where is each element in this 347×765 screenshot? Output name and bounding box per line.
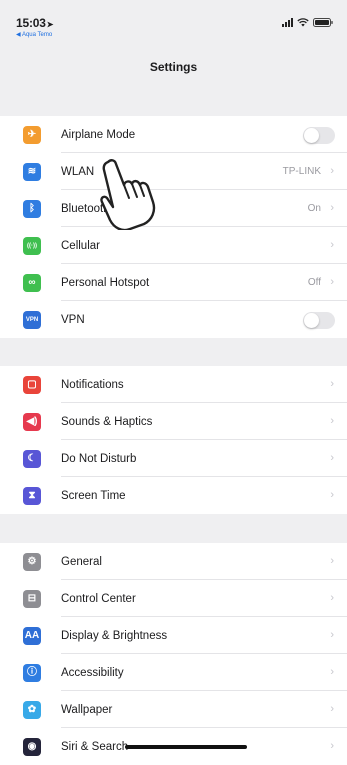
moon-icon: ☾ [23, 449, 41, 468]
home-indicator[interactable] [125, 745, 247, 749]
hourglass-icon: ⧗ [23, 486, 41, 505]
settings-row-wallpaper[interactable]: ✿ Wallpaper › [0, 691, 347, 728]
chevron-right-icon: › [330, 554, 334, 567]
settings-row-label: Cellular [61, 239, 100, 252]
hotspot-icon: ∞ [23, 273, 41, 292]
settings-row-wlan[interactable]: ≋ WLAN TP-LINK › [0, 153, 347, 190]
signal-icon [282, 18, 293, 27]
settings-row-screen-time[interactable]: ⧗ Screen Time › [0, 477, 347, 514]
settings-row-label: General [61, 555, 102, 568]
wlan-value: TP-LINK [282, 166, 321, 177]
toggle-knob [304, 312, 319, 328]
settings-row-label: Control Center [61, 592, 136, 605]
settings-row-cellular[interactable]: ((·)) Cellular › [0, 227, 347, 264]
airplane-icon: ✈ [23, 125, 41, 144]
bluetooth-icon: ᛒ [23, 199, 41, 218]
settings-group-general: ⚙ General › ⊟ Control Center › AA Display & Bri… [0, 543, 347, 765]
vpn-toggle[interactable] [303, 311, 335, 329]
wallpaper-icon: ✿ [23, 700, 41, 719]
settings-group-connectivity: ✈ Airplane Mode ≋ WLAN TP-LINK › ᛒ Bluetooth On ›… [0, 116, 347, 338]
settings-row-label: Do Not Disturb [61, 452, 137, 465]
gear-icon: ⚙ [23, 552, 41, 571]
speaker-icon: ◀) [23, 412, 41, 431]
settings-row-airplane-mode[interactable]: ✈ Airplane Mode [0, 116, 347, 153]
chevron-right-icon: › [330, 275, 334, 288]
settings-row-general[interactable]: ⚙ General › [0, 543, 347, 580]
chevron-right-icon: › [330, 451, 334, 464]
settings-row-label: Airplane Mode [61, 128, 136, 141]
toggle-knob [304, 127, 319, 143]
settings-row-label: Wallpaper [61, 703, 113, 716]
chevron-right-icon: › [330, 488, 334, 501]
wifi-icon: ≋ [23, 162, 41, 181]
settings-row-label: Siri & Search [61, 740, 129, 753]
status-bar: 15:03➤ ◀ Aqua Temo [0, 0, 347, 52]
chevron-right-icon: › [330, 739, 334, 752]
settings-row-label: Notifications [61, 378, 124, 391]
settings-row-label: Accessibility [61, 666, 124, 679]
settings-row-accessibility[interactable]: ⓘ Accessibility › [0, 654, 347, 691]
chevron-right-icon: › [330, 591, 334, 604]
airplane-mode-toggle[interactable] [303, 126, 335, 144]
accessibility-icon: ⓘ [23, 663, 41, 682]
vpn-icon: VPN [23, 310, 41, 329]
settings-row-do-not-disturb[interactable]: ☾ Do Not Disturb › [0, 440, 347, 477]
chevron-right-icon: › [330, 702, 334, 715]
settings-row-label: Personal Hotspot [61, 276, 150, 289]
notifications-icon: ▢ [23, 375, 41, 394]
chevron-right-icon: › [330, 628, 334, 641]
settings-row-label: Display & Brightness [61, 629, 168, 642]
chevron-right-icon: › [330, 164, 334, 177]
bluetooth-value: On [307, 203, 321, 214]
location-arrow-icon: ➤ [46, 20, 54, 29]
settings-row-label: Sounds & Haptics [61, 415, 153, 428]
control-center-icon: ⊟ [23, 589, 41, 608]
page-title: Settings [149, 60, 198, 74]
wifi-icon [297, 18, 309, 27]
status-icons [282, 18, 333, 27]
display-icon: AA [23, 626, 41, 645]
back-to-app-link[interactable]: ◀ Aqua Temo [16, 31, 52, 38]
settings-group-notifications: ▢ Notifications › ◀) Sounds & Haptics › ☾ Do No… [0, 366, 347, 514]
settings-row-vpn[interactable]: VPN VPN [0, 301, 347, 338]
settings-row-notifications[interactable]: ▢ Notifications › [0, 366, 347, 403]
chevron-right-icon: › [330, 238, 334, 251]
settings-row-personal-hotspot[interactable]: ∞ Personal Hotspot Off › [0, 264, 347, 301]
cellular-icon: ((·)) [23, 236, 41, 255]
settings-row-bluetooth[interactable]: ᛒ Bluetooth On › [0, 190, 347, 227]
status-time: 15:03➤ [16, 16, 54, 30]
personal-hotspot-value: Off [307, 277, 321, 288]
settings-row-label: VPN [61, 313, 85, 326]
settings-row-sounds-haptics[interactable]: ◀) Sounds & Haptics › [0, 403, 347, 440]
chevron-right-icon: › [330, 201, 334, 214]
settings-row-control-center[interactable]: ⊟ Control Center › [0, 580, 347, 617]
settings-row-display-brightness[interactable]: AA Display & Brightness › [0, 617, 347, 654]
chevron-right-icon: › [330, 377, 334, 390]
battery-icon [313, 18, 333, 27]
settings-row-label: WLAN [61, 165, 95, 178]
chevron-right-icon: › [330, 414, 334, 427]
chevron-right-icon: › [330, 665, 334, 678]
settings-row-label: Screen Time [61, 489, 126, 502]
settings-row-label: Bluetooth [61, 202, 110, 215]
